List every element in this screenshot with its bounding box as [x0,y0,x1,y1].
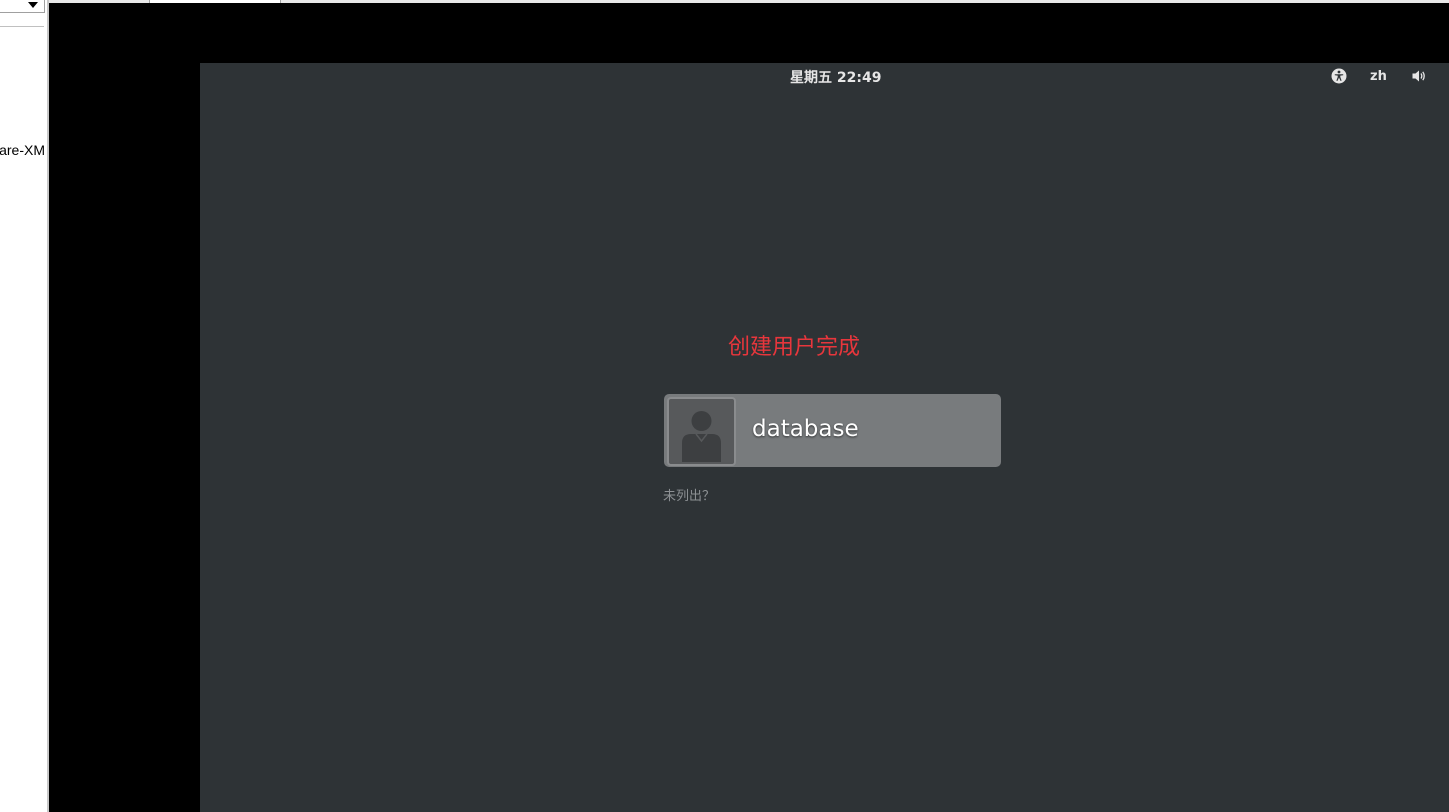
user-avatar-icon [667,397,736,466]
user-name: database [752,416,859,442]
divider [0,26,44,27]
host-sidebar-item[interactable]: are-XM [0,142,45,158]
language-indicator[interactable]: zh [1370,69,1387,84]
host-sidebar: are-XM [0,0,49,812]
user-list-item-database[interactable]: database [664,394,1001,467]
host-tab-strip [49,0,1449,3]
vm-login-screen: 星期五 22:49 zh 创建用户完成 database 未列出？ [200,63,1449,812]
volume-icon[interactable] [1411,68,1427,84]
accessibility-icon[interactable] [1331,68,1347,84]
chevron-down-icon [28,2,38,8]
not-listed-link[interactable]: 未列出？ [663,485,715,504]
host-tab[interactable] [149,0,281,3]
host-dropdown[interactable] [0,0,45,13]
status-message: 创建用户完成 [728,335,861,360]
topbar-clock[interactable]: 星期五 22:49 [790,67,881,87]
